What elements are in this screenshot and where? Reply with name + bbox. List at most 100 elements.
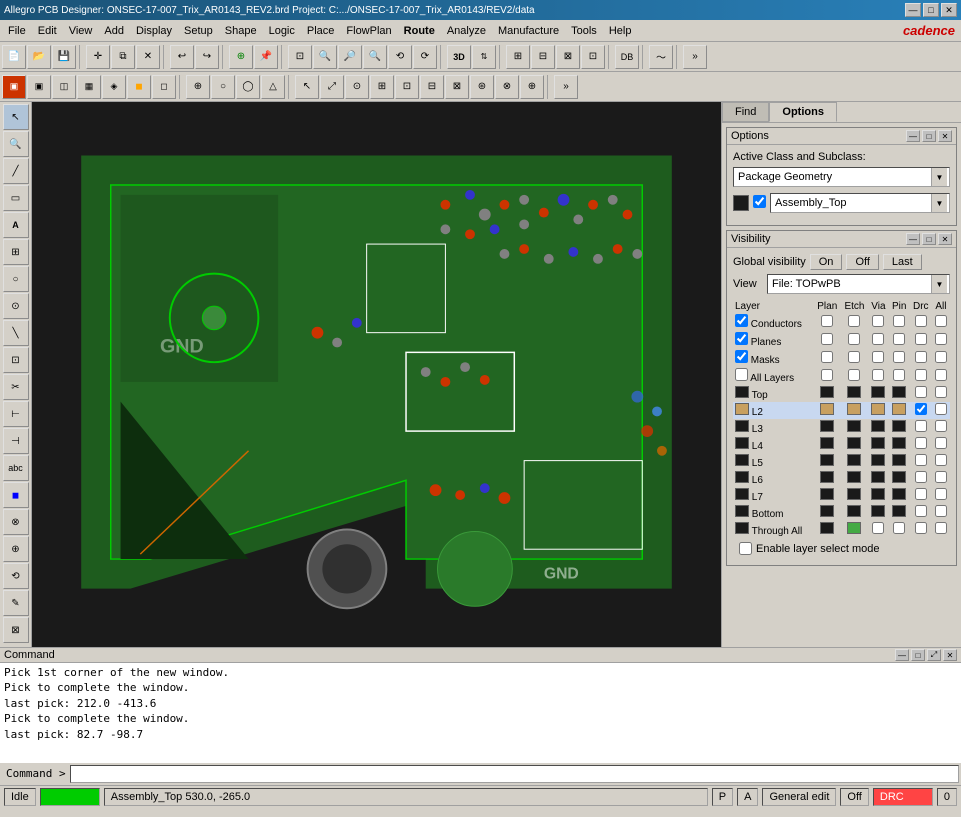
menu-flowplan[interactable]: FlowPlan [340,23,397,39]
tb2-btn7[interactable]: ◻ [152,75,176,99]
l6-plan-box[interactable] [820,471,834,483]
bottom-all[interactable] [935,505,947,517]
enable-layer-select-checkbox[interactable] [739,542,752,555]
tb-flip[interactable]: ⇅ [472,45,496,69]
planes-check[interactable] [735,332,748,345]
l4-all[interactable] [935,437,947,449]
lt-btn20[interactable]: ⊠ [3,617,29,643]
alllayers-etch[interactable] [848,369,860,381]
l2-via-box[interactable] [871,403,885,415]
tb2-btn6[interactable]: ◼ [127,75,151,99]
tb2-btn5[interactable]: ◈ [102,75,126,99]
tb-db[interactable]: DB [615,45,639,69]
l5-etch-box[interactable] [847,454,861,466]
top-etch-box[interactable] [847,386,861,398]
lt-btn16[interactable]: ⊗ [3,509,29,535]
tb-wave[interactable]: 〜 [649,45,673,69]
command-expand[interactable]: □ [911,649,925,661]
l2-pin-box[interactable] [892,403,906,415]
tb-zoom-out[interactable]: 🔍 [363,45,387,69]
l5-drc[interactable] [915,454,927,466]
minimize-btn[interactable]: — [905,3,921,17]
bottom-color[interactable] [735,505,749,517]
l5-plan-box[interactable] [820,454,834,466]
bottom-drc[interactable] [915,505,927,517]
tb2-btn18[interactable]: ⊛ [470,75,494,99]
menu-edit[interactable]: Edit [32,23,63,39]
tb-zoom-in[interactable]: 🔎 [338,45,362,69]
command-minimize[interactable]: — [895,649,909,661]
throughall-via[interactable] [872,522,884,534]
top-drc[interactable] [915,386,927,398]
lt-btn8[interactable]: ⊙ [3,293,29,319]
masks-pin[interactable] [893,351,905,363]
command-close[interactable]: ✕ [943,649,957,661]
alllayers-check[interactable] [735,368,748,381]
menu-help[interactable]: Help [603,23,638,39]
top-pin-box[interactable] [892,386,906,398]
l2-all[interactable] [935,403,947,415]
lt-btn13[interactable]: ⊣ [3,428,29,454]
tab-options[interactable]: Options [769,102,837,122]
tb-add-net[interactable]: ⊕ [229,45,253,69]
lt-btn18[interactable]: ⟲ [3,563,29,589]
menu-setup[interactable]: Setup [178,23,219,39]
command-input-field[interactable] [70,765,959,783]
bottom-pin-box[interactable] [892,505,906,517]
tb2-btn4[interactable]: ▦ [77,75,101,99]
subclass-check[interactable] [753,195,766,208]
conductors-all[interactable] [935,315,947,327]
tb-zoom-fit[interactable]: ⊡ [288,45,312,69]
l3-etch-box[interactable] [847,420,861,432]
tb2-btn20[interactable]: ⊕ [520,75,544,99]
tb2-btn16[interactable]: ⊟ [420,75,444,99]
tb-snap[interactable]: ✛ [86,45,110,69]
vis-restore[interactable]: □ [922,233,936,245]
tb-save[interactable]: 💾 [52,45,76,69]
lt-add-text[interactable]: A [3,212,29,238]
planes-drc[interactable] [915,333,927,345]
l7-via-box[interactable] [871,488,885,500]
l6-color[interactable] [735,471,749,483]
lt-btn7[interactable]: ○ [3,266,29,292]
l2-etch-box[interactable] [847,403,861,415]
l4-via-box[interactable] [871,437,885,449]
l5-color[interactable] [735,454,749,466]
conductors-drc[interactable] [915,315,927,327]
tb2-btn10[interactable]: ◯ [236,75,260,99]
l7-plan-box[interactable] [820,488,834,500]
l7-etch-box[interactable] [847,488,861,500]
lt-btn6[interactable]: ⊞ [3,239,29,265]
planes-pin[interactable] [893,333,905,345]
conductors-check[interactable] [735,314,748,327]
masks-via[interactable] [872,351,884,363]
l3-via-box[interactable] [871,420,885,432]
tb-grid4[interactable]: ⊡ [581,45,605,69]
tb-grid3[interactable]: ⊠ [556,45,580,69]
menu-logic[interactable]: Logic [263,23,301,39]
options-close[interactable]: ✕ [938,130,952,142]
tb-copy[interactable]: ⧉ [111,45,135,69]
l3-color[interactable] [735,420,749,432]
menu-route[interactable]: Route [398,23,441,39]
l4-drc[interactable] [915,437,927,449]
masks-check[interactable] [735,350,748,363]
subclass-checkbox[interactable] [753,195,766,211]
tb2-btn9[interactable]: ○ [211,75,235,99]
l6-drc[interactable] [915,471,927,483]
tb-zoom-next[interactable]: ⟳ [413,45,437,69]
lt-zoom[interactable]: 🔍 [3,131,29,157]
throughall-pin[interactable] [893,522,905,534]
conductors-pin[interactable] [893,315,905,327]
l6-via-box[interactable] [871,471,885,483]
lt-btn14[interactable]: abc [3,455,29,481]
menu-place[interactable]: Place [301,23,341,39]
lt-add-line[interactable]: ╱ [3,158,29,184]
vis-off-btn[interactable]: Off [846,254,878,270]
l3-drc[interactable] [915,420,927,432]
top-color[interactable] [735,386,749,398]
menu-analyze[interactable]: Analyze [441,23,492,39]
class-dropdown[interactable]: Package Geometry ▼ [733,167,950,187]
lt-btn10[interactable]: ⊡ [3,347,29,373]
lt-btn12[interactable]: ⊢ [3,401,29,427]
